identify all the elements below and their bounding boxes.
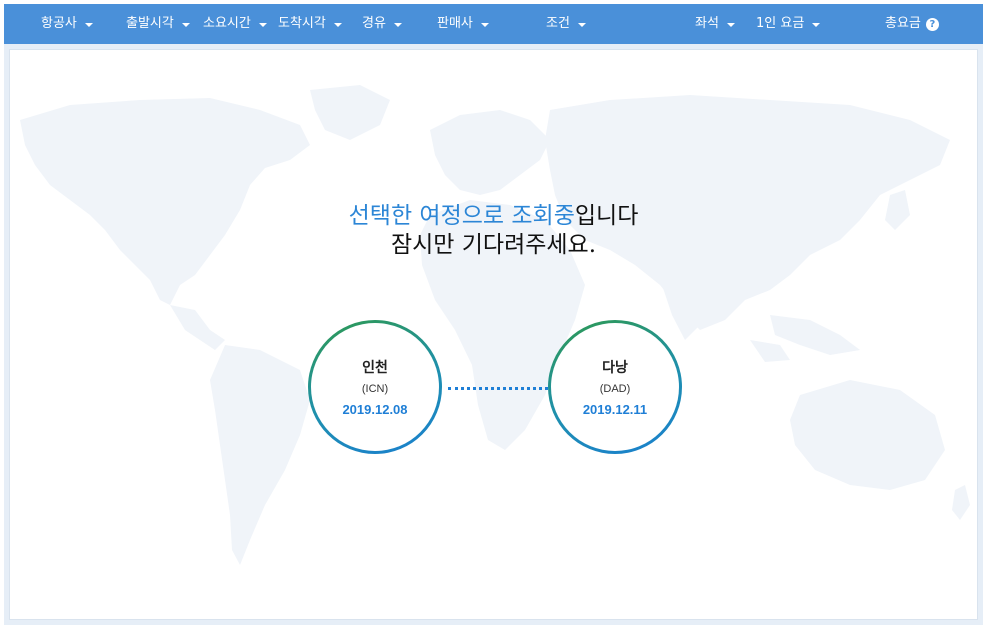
seller-label: 판매사: [437, 16, 473, 31]
per-person-fare-dropdown[interactable]: 1인 요금: [756, 4, 821, 44]
world-map-background: [20, 85, 970, 565]
caret-down-icon: [577, 22, 586, 27]
seat-label: 좌석: [695, 16, 719, 31]
destination-date: 2019.12.11: [582, 402, 648, 417]
loading-message: 선택한 여정으로 조회중입니다 잠시만 기다려주세요.: [10, 202, 977, 260]
loading-line-2: 잠시만 기다려주세요.: [390, 232, 597, 258]
stopover-dropdown[interactable]: 경유: [362, 4, 402, 44]
destination-code: (DAD): [599, 383, 631, 395]
route-dotted-line: [448, 387, 548, 394]
total-fare-sort[interactable]: 총요금?: [885, 4, 939, 44]
loading-panel: 선택한 여정으로 조회중입니다 잠시만 기다려주세요. 인천 (ICN) 201…: [9, 49, 978, 620]
origin-code: (ICN): [361, 383, 389, 395]
loading-line-1: 선택한 여정으로 조회중입니다: [10, 202, 977, 231]
total-fare-label: 총요금: [885, 16, 921, 31]
caret-down-icon: [393, 22, 402, 27]
departure-time-label: 출발시각: [126, 16, 174, 31]
departure-time-dropdown[interactable]: 출발시각: [126, 4, 190, 44]
origin-date: 2019.12.08: [342, 402, 408, 417]
sort-filter-bar: 항공사 출발시각 소요시간 도착시각 경유 판매사 조건 좌석 1인 요금 총요…: [4, 4, 983, 44]
destination-circle: 다낭 (DAD) 2019.12.11: [548, 320, 682, 454]
conditions-label: 조건: [546, 16, 570, 31]
caret-down-icon: [480, 22, 489, 27]
caret-down-icon: [333, 22, 342, 27]
conditions-dropdown[interactable]: 조건: [546, 4, 586, 44]
arrival-time-label: 도착시각: [278, 16, 326, 31]
duration-dropdown[interactable]: 소요시간: [203, 4, 267, 44]
seller-dropdown[interactable]: 판매사: [437, 4, 489, 44]
per-person-fare-label: 1인 요금: [756, 16, 805, 31]
loading-highlight: 선택한 여정으로 조회중: [348, 203, 575, 229]
results-frame: 항공사 출발시각 소요시간 도착시각 경유 판매사 조건 좌석 1인 요금 총요…: [4, 4, 983, 625]
caret-down-icon: [258, 22, 267, 27]
seat-dropdown[interactable]: 좌석: [695, 4, 735, 44]
arrival-time-dropdown[interactable]: 도착시각: [278, 4, 342, 44]
caret-down-icon: [84, 22, 93, 27]
airline-label: 항공사: [41, 16, 77, 31]
loading-line-1-rest: 입니다: [574, 203, 639, 229]
duration-label: 소요시간: [203, 16, 251, 31]
caret-down-icon: [726, 22, 735, 27]
caret-down-icon: [812, 22, 821, 27]
origin-circle: 인천 (ICN) 2019.12.08: [308, 320, 442, 454]
destination-city: 다낭: [602, 359, 628, 375]
stopover-label: 경유: [362, 16, 386, 31]
caret-down-icon: [181, 22, 190, 27]
airline-dropdown[interactable]: 항공사: [41, 4, 93, 44]
origin-city: 인천: [362, 359, 388, 375]
question-circle-icon[interactable]: ?: [925, 17, 939, 31]
